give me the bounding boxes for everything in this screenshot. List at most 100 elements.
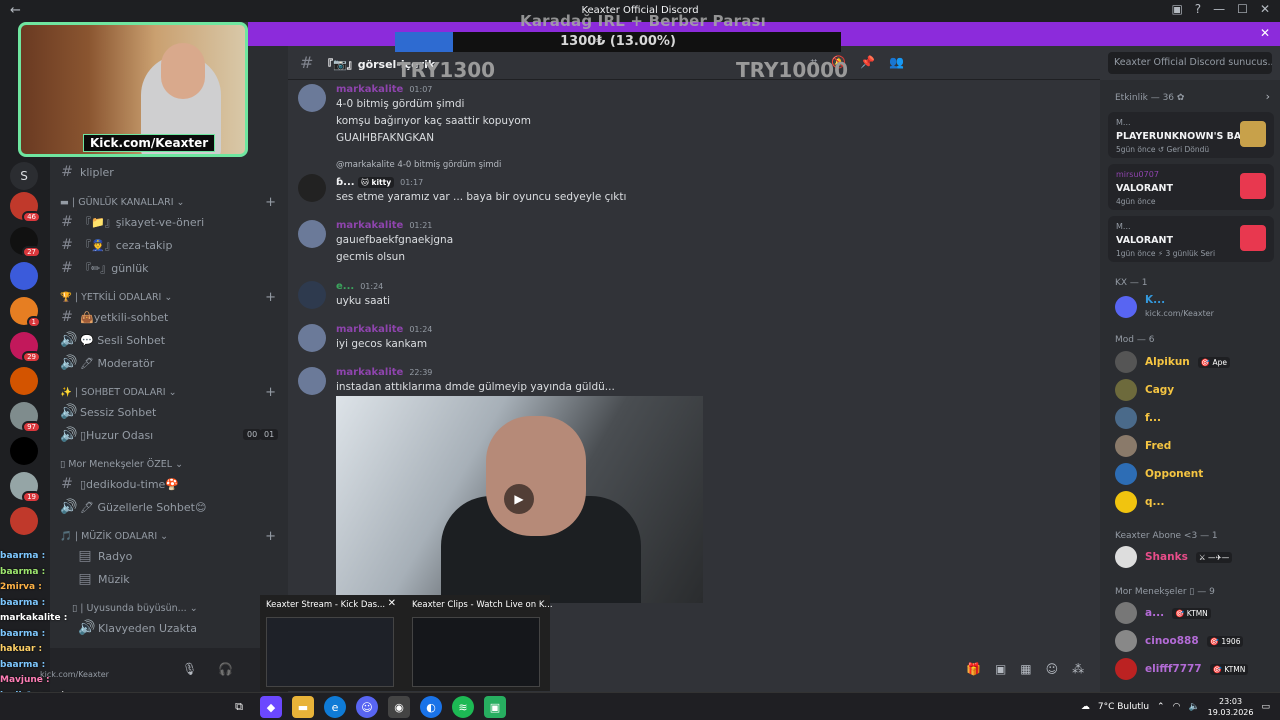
message-author[interactable]: ɓ... 🐱 kitty 01:17 — [336, 177, 423, 188]
weather-text[interactable]: 7°C Bulutlu — [1098, 702, 1149, 712]
member-item[interactable]: Shanks ⚔ —✈— — [1115, 546, 1233, 568]
server-icon[interactable]: 29 — [10, 332, 41, 363]
activity-card[interactable]: mirsu0707 VALORANT 4gün önce — [1108, 164, 1274, 210]
add-channel-icon[interactable]: + — [265, 529, 276, 544]
member-item[interactable]: q... — [1115, 491, 1164, 513]
search-input[interactable]: Keaxter Official Discord sunucus... — [1108, 52, 1272, 74]
tray-arrow-icon[interactable]: ⌃ — [1157, 702, 1165, 712]
task-preview[interactable]: Keaxter Clips - Watch Live on K... — [406, 595, 553, 691]
avatar[interactable] — [298, 84, 326, 112]
add-channel-icon[interactable]: + — [265, 385, 276, 400]
file-explorer-icon[interactable]: ▬ — [292, 696, 314, 718]
member-item[interactable]: Cagy — [1115, 379, 1174, 401]
server-icon[interactable]: 19 — [10, 472, 41, 503]
category-gunluk[interactable]: ▬ | GÜNLÜK KANALLARI ⌄ — [60, 197, 185, 208]
category-muzik[interactable]: 🎵 | MÜZİK ODALARI ⌄ — [60, 531, 168, 542]
server-icon[interactable] — [10, 507, 38, 535]
app-icon[interactable]: ◐ — [420, 696, 442, 718]
server-icon[interactable] — [10, 367, 38, 395]
copilot-icon[interactable]: ◆ — [260, 696, 282, 718]
task-view-icon[interactable]: ⧉ — [228, 696, 250, 718]
member-item[interactable]: Fred — [1115, 435, 1171, 457]
server-icon[interactable]: 97 — [10, 402, 41, 433]
channel-dedikodu-time[interactable]: # ▯dedikodu-time🍄 — [60, 476, 179, 492]
category-yetkili[interactable]: 🏆 | YETKİLİ ODALARI ⌄ — [60, 292, 172, 303]
message-author[interactable]: e... 01:24 — [336, 281, 383, 292]
voice-sessiz-sohbet[interactable]: 🔊 Sessiz Sohbet — [60, 404, 156, 420]
reply-reference[interactable]: @markakalite 4-0 bitmiş gördüm şimdi — [336, 160, 501, 170]
headset-icon[interactable]: 🎧 — [218, 662, 233, 676]
minimize-button[interactable]: — — [1213, 2, 1225, 16]
system-clock[interactable]: 23:03 19.03.2026 — [1208, 696, 1254, 718]
add-channel-icon[interactable]: + — [265, 195, 276, 210]
server-icon[interactable]: 1 — [10, 297, 41, 328]
add-channel-icon[interactable]: + — [265, 290, 276, 305]
maximize-button[interactable]: ☐ — [1237, 2, 1248, 16]
member-item[interactable]: K... kick.com/Keaxter — [1115, 294, 1214, 319]
voice-huzur-odasi[interactable]: 🔊 ▯Huzur Odası — [60, 427, 153, 443]
channel-gunluk[interactable]: # 『✏』günlük — [60, 260, 148, 276]
avatar[interactable] — [298, 220, 326, 248]
server-icon[interactable] — [10, 437, 38, 465]
gift-icon[interactable]: 🎁 — [966, 662, 981, 676]
sticker-icon[interactable]: ▦ — [1020, 662, 1031, 676]
member-item[interactable]: elifff7777 🎯 KTMN — [1115, 658, 1249, 680]
discord-icon[interactable]: ☺ — [356, 696, 378, 718]
emoji-icon[interactable]: ☺ — [1046, 662, 1059, 676]
member-item[interactable]: cinoo888 🎯 1906 — [1115, 630, 1244, 652]
activity-card[interactable]: M... PLAYERUNKNOWN'S BAT... 5gün önce ↺ … — [1108, 112, 1274, 158]
play-icon[interactable]: ▶ — [504, 484, 534, 514]
message-author[interactable]: markakalite 01:07 — [336, 84, 432, 95]
voice-radyo[interactable]: ▤ Radyo — [78, 548, 132, 564]
avatar[interactable] — [298, 281, 326, 309]
server-icon[interactable]: 27 — [10, 227, 41, 258]
wifi-icon[interactable]: ◠ — [1173, 702, 1181, 712]
pin-icon[interactable]: 📌 — [860, 55, 875, 70]
banner-close-icon[interactable]: ✕ — [1260, 26, 1270, 40]
member-item[interactable]: f... — [1115, 407, 1161, 429]
server-icon[interactable] — [10, 262, 38, 290]
edge-icon[interactable]: e — [324, 696, 346, 718]
spotify-icon[interactable]: ≋ — [452, 696, 474, 718]
microphone-icon[interactable]: 🎙 — [182, 662, 197, 676]
chevron-right-icon[interactable]: › — [1266, 90, 1270, 103]
video-attachment[interactable]: ▶ — [336, 396, 703, 603]
voice-klavyeden-uzakta[interactable]: 🔊 Klavyeden Uzakta — [78, 620, 197, 636]
avatar[interactable] — [298, 174, 326, 202]
channel-sikayet[interactable]: # 『📁』şikayet-ve-öneri — [60, 214, 204, 230]
activity-card[interactable]: M... VALORANT 1gün önce ⚡ 3 günlük Seri — [1108, 216, 1274, 262]
voice-moderator[interactable]: 🔊 🖊 Moderatör — [60, 355, 154, 371]
channel-yetkili-sohbet[interactable]: # 👜yetkili-sohbet — [60, 309, 168, 325]
inbox-icon[interactable]: ▣ — [1171, 2, 1182, 16]
member-item[interactable]: a... 🎯 KTMN — [1115, 602, 1211, 624]
message-author[interactable]: markakalite 01:24 — [336, 324, 432, 335]
member-list-icon[interactable]: 👥 — [889, 55, 904, 70]
notification-icon[interactable]: ▭ — [1261, 702, 1270, 712]
message-author[interactable]: markakalite 22:39 — [336, 367, 432, 378]
channel-ceza-takip[interactable]: # 『👮』ceza-takip — [60, 237, 172, 253]
category-uyusunda[interactable]: ▯ | Uyusunda büyüsün... ⌄ — [72, 603, 198, 614]
help-icon[interactable]: ? — [1195, 2, 1201, 16]
voice-sesli-sohbet[interactable]: 🔊 💬 Sesli Sohbet — [60, 332, 165, 348]
gif-icon[interactable]: ▣ — [995, 662, 1006, 676]
close-window-button[interactable]: ✕ — [1260, 2, 1270, 16]
category-sohbet[interactable]: ✨ | SOHBET ODALARI ⌄ — [60, 387, 177, 398]
avatar[interactable] — [298, 324, 326, 352]
member-item[interactable]: Opponent — [1115, 463, 1203, 485]
kick-icon[interactable]: ▣ — [484, 696, 506, 718]
voice-muzik[interactable]: ▤ Müzik — [78, 571, 129, 587]
close-icon[interactable]: ✕ — [388, 598, 396, 609]
server-icon[interactable]: S — [10, 162, 38, 190]
chrome-icon[interactable]: ◉ — [388, 696, 410, 718]
category-mor-menekseler[interactable]: ▯ Mor Menekşeler ÖZEL ⌄ — [60, 459, 183, 470]
channel-klipler[interactable]: # klipler — [60, 164, 114, 180]
message-author[interactable]: markakalite 01:21 — [336, 220, 432, 231]
voice-guzellerle-sohbet[interactable]: 🔊 🖊 Güzellerle Sohbet😊 — [60, 499, 206, 515]
apps-icon[interactable]: ⁂ — [1072, 662, 1084, 676]
task-preview[interactable]: Keaxter Stream - Kick Das... ✕ — [260, 595, 400, 691]
role-header: Mor Menekşeler ▯ — 9 — [1115, 587, 1215, 597]
volume-icon[interactable]: 🔈 — [1188, 702, 1199, 712]
server-icon[interactable]: 46 — [10, 192, 41, 223]
member-item[interactable]: Alpikun 🎯 Ape — [1115, 351, 1231, 373]
avatar[interactable] — [298, 367, 326, 395]
